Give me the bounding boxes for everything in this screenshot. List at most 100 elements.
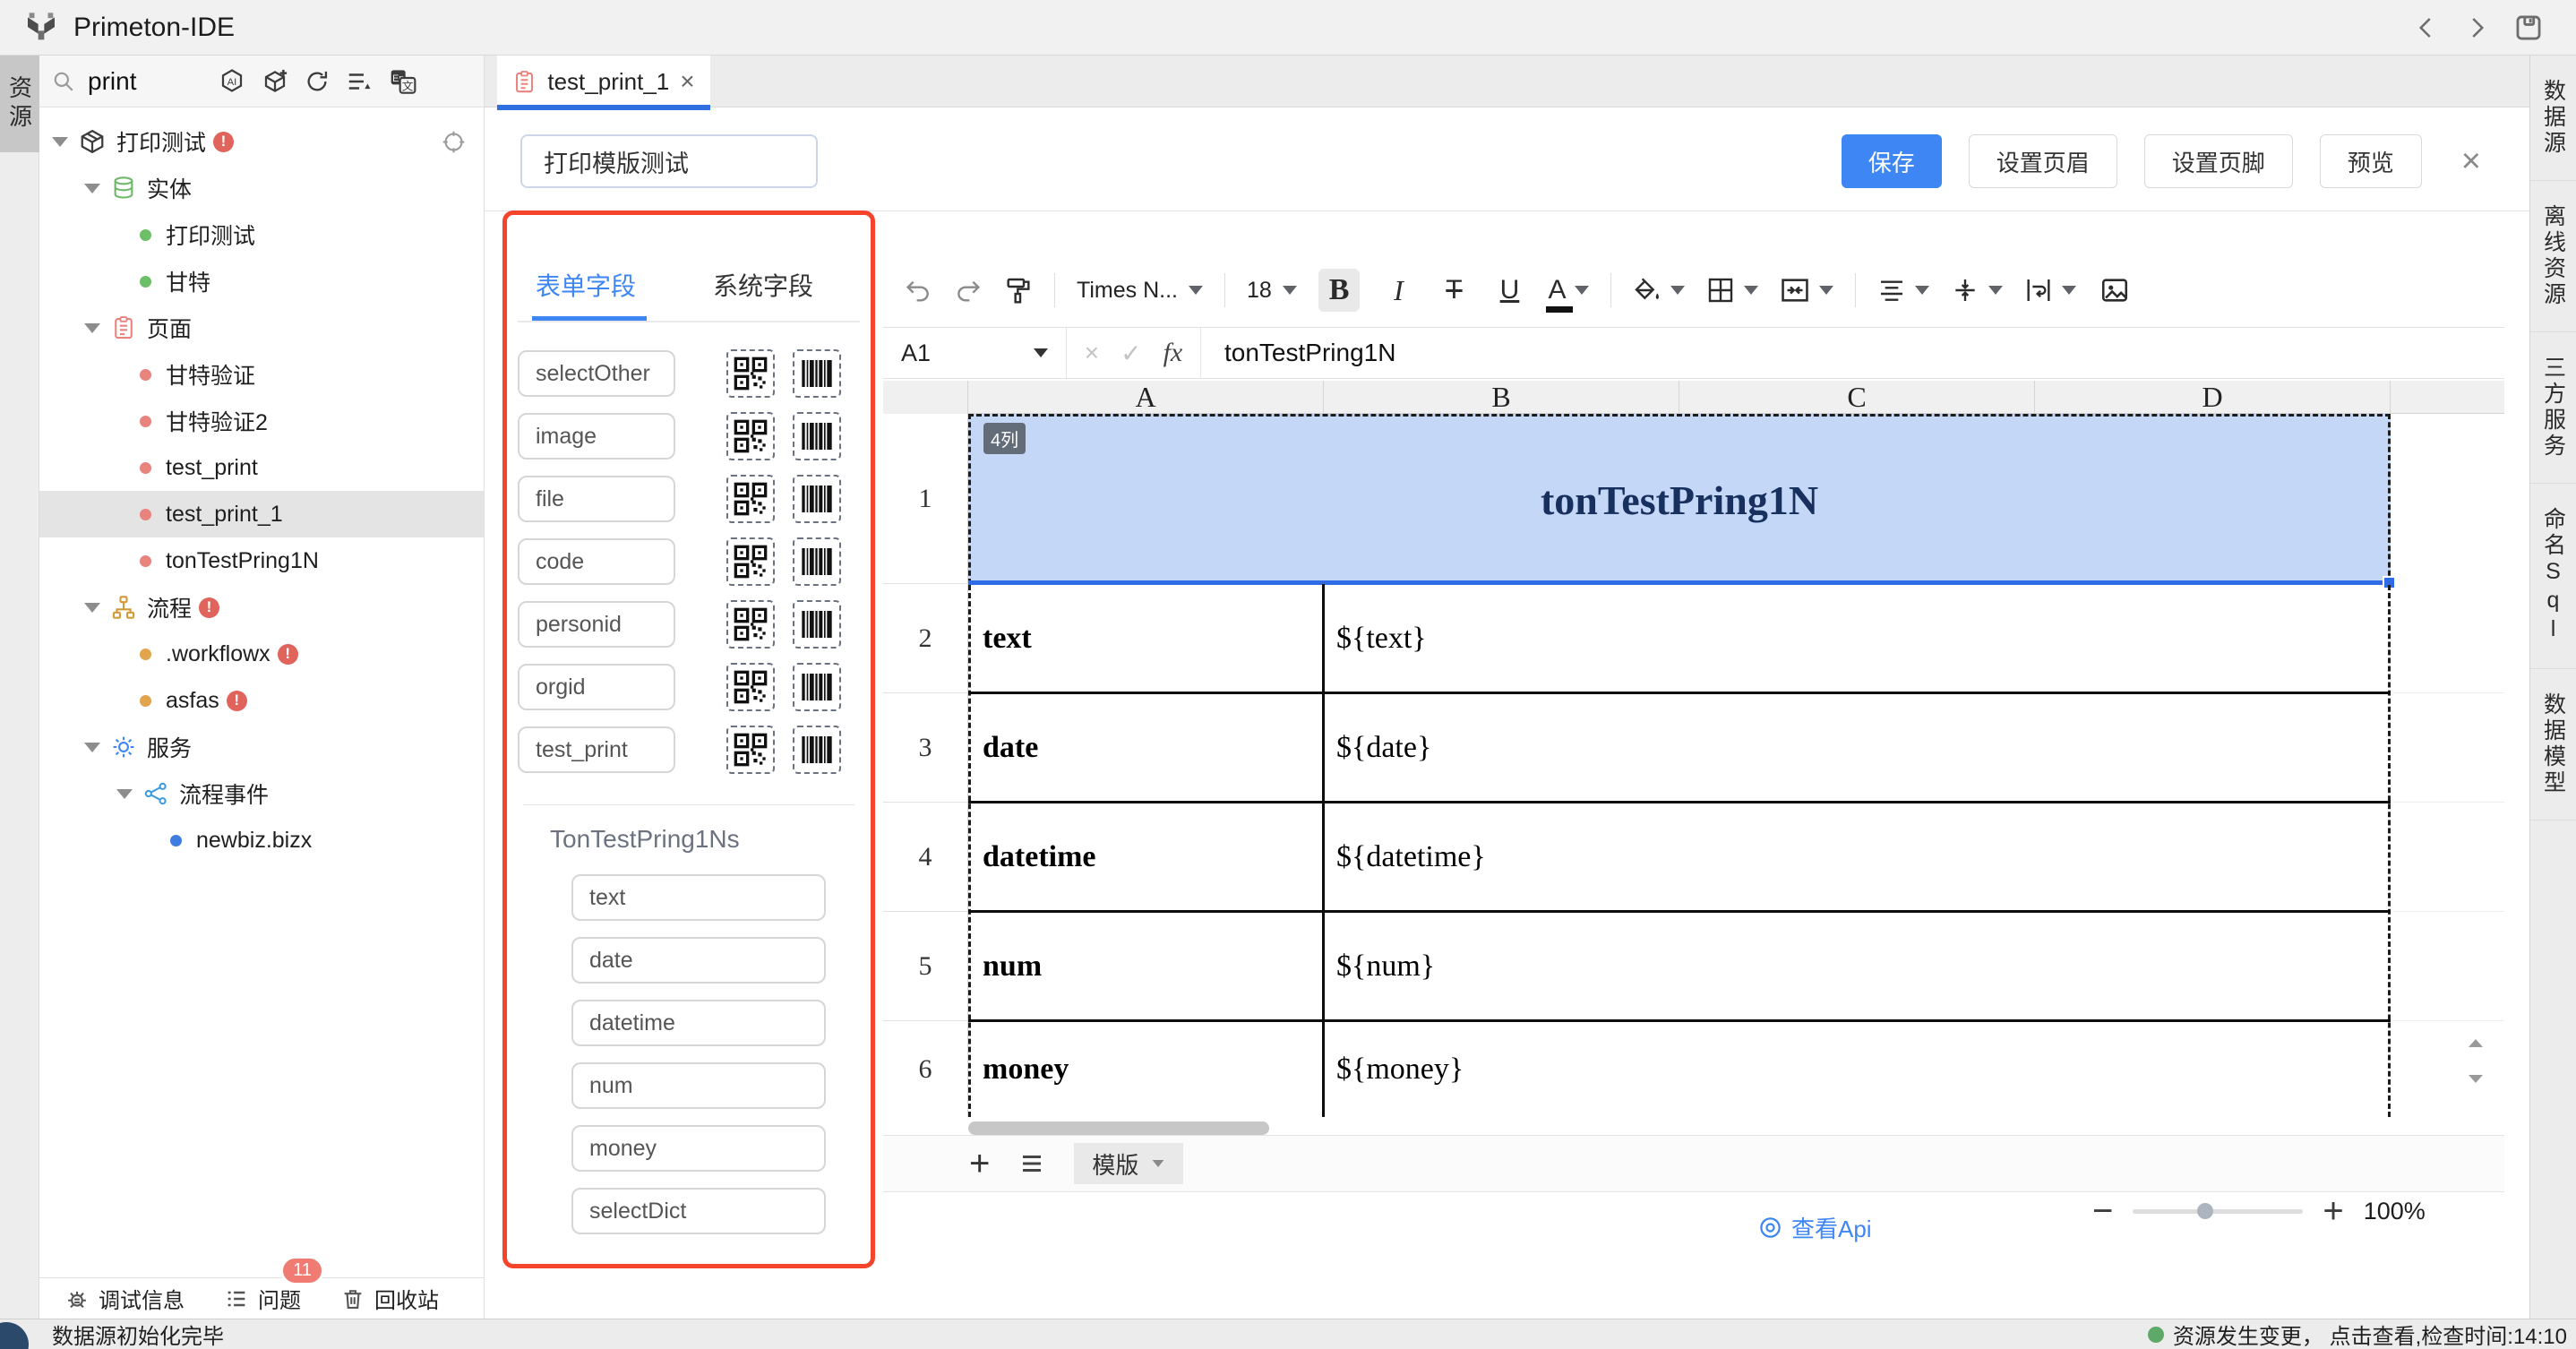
tree-item-bizx[interactable]: newbiz.bizx [39, 817, 484, 864]
zoom-in-icon[interactable]: + [2323, 1193, 2343, 1229]
expander-icon[interactable] [84, 743, 100, 752]
row-header-5[interactable]: 5 [883, 912, 968, 1021]
sheet-row-3[interactable]: date ${date} [968, 693, 2391, 803]
tree-item-entity[interactable]: 打印测试 [39, 211, 484, 258]
barcode-button[interactable] [793, 349, 841, 398]
barcode-button[interactable] [793, 537, 841, 586]
resource-change-notice[interactable]: 资源发生变更， 点击查看,检查时间:14:10 [2148, 1319, 2567, 1349]
tree-item-page[interactable]: tonTestPring1N [39, 537, 484, 584]
tab-close-icon[interactable]: × [680, 67, 694, 96]
font-color-button[interactable]: A [1548, 269, 1589, 312]
tab-form-fields[interactable]: 表单字段 [536, 267, 636, 321]
row-header-2[interactable]: 2 [883, 584, 968, 693]
field-chip[interactable]: image [518, 413, 675, 460]
barcode-button[interactable] [793, 726, 841, 774]
nav-forward-icon[interactable] [2463, 14, 2490, 41]
barcode-button[interactable] [793, 412, 841, 460]
preview-button[interactable]: 预览 [2320, 134, 2422, 188]
zoom-slider[interactable] [2133, 1209, 2303, 1214]
field-chip[interactable]: personid [518, 601, 675, 648]
merge-cells-button[interactable] [1780, 269, 1833, 312]
tree-item-project[interactable]: 打印测试 ! [39, 118, 484, 165]
debug-info-button[interactable]: 调试信息 [64, 1283, 185, 1314]
sort-filter-icon[interactable] [346, 68, 373, 95]
view-api-link[interactable]: 查看Api [1758, 1211, 1872, 1244]
column-header-C[interactable]: C [1679, 381, 2035, 414]
scroll-up-icon[interactable] [2469, 1039, 2483, 1047]
tree-item-services[interactable]: 服务 [39, 724, 484, 770]
cell-A3[interactable]: date [968, 693, 1324, 803]
cell-B5[interactable]: ${num} [1324, 912, 1435, 1021]
qr-code-button[interactable] [726, 412, 775, 460]
fill-color-button[interactable] [1633, 269, 1685, 312]
sheet-tab-template[interactable]: 模版 [1074, 1143, 1183, 1184]
vertical-align-button[interactable] [1951, 269, 2003, 312]
field-chip[interactable]: orgid [518, 664, 675, 710]
tree-item-workflows[interactable]: 流程 ! [39, 584, 484, 631]
sheet-list-icon[interactable] [1018, 1150, 1045, 1177]
field-chip[interactable]: selectDict [571, 1188, 826, 1234]
cell-B2[interactable]: ${text} [1324, 584, 1427, 693]
tree-item-flow-events[interactable]: 流程事件 [39, 770, 484, 817]
expander-icon[interactable] [84, 184, 100, 193]
tree-item-page[interactable]: 甘特验证 [39, 351, 484, 398]
strikethrough-button[interactable]: T [1437, 269, 1471, 312]
cell-B6[interactable]: ${money} [1324, 1021, 1464, 1117]
row-header-4[interactable]: 4 [883, 803, 968, 912]
borders-button[interactable] [1706, 269, 1758, 312]
tab-system-fields[interactable]: 系统字段 [713, 267, 813, 321]
cell-reference-box[interactable]: A1 [883, 328, 1067, 378]
cancel-entry-icon[interactable]: × [1085, 339, 1099, 367]
sheet-row-2[interactable]: text ${text} [968, 584, 2391, 693]
field-chip[interactable]: money [571, 1125, 826, 1172]
barcode-button[interactable] [793, 663, 841, 711]
tree-item-entity[interactable]: 甘特 [39, 258, 484, 305]
editor-close-icon[interactable]: × [2461, 142, 2481, 181]
sheet-row-5[interactable]: num ${num} [968, 912, 2391, 1021]
field-chip[interactable]: file [518, 476, 675, 522]
confirm-entry-icon[interactable]: ✓ [1121, 339, 1141, 368]
qr-code-button[interactable] [726, 726, 775, 774]
strip-tab-data-model[interactable]: 数据模型 [2530, 669, 2576, 821]
cell-A5[interactable]: num [968, 912, 1324, 1021]
row-header-1[interactable]: 1 [883, 414, 968, 584]
spreadsheet-grid[interactable]: A B C D 1 2 3 4 5 6 tonTestPring1N 4列 te… [883, 381, 2504, 1117]
barcode-button[interactable] [793, 475, 841, 523]
expander-icon[interactable] [116, 789, 133, 799]
qr-code-button[interactable] [726, 537, 775, 586]
merged-title-cell[interactable]: tonTestPring1N [968, 414, 2391, 584]
underline-button[interactable]: U [1492, 269, 1526, 312]
template-name-input[interactable] [520, 134, 818, 188]
grid-corner-cell[interactable] [883, 381, 968, 414]
bold-button[interactable]: B [1318, 269, 1361, 312]
field-chip[interactable]: code [518, 538, 675, 585]
field-chip[interactable]: text [571, 874, 826, 921]
redo-icon[interactable] [954, 276, 983, 305]
tree-item-page[interactable]: 甘特验证2 [39, 398, 484, 444]
field-chip[interactable]: num [571, 1062, 826, 1109]
problems-button[interactable]: 问题 11 [224, 1283, 301, 1314]
save-button[interactable]: 保存 [1842, 134, 1942, 188]
tab-test-print-1[interactable]: test_print_1 × [497, 56, 710, 107]
search-input[interactable]: print [88, 67, 136, 96]
insert-image-button[interactable] [2098, 269, 2132, 312]
strip-tab-offline-resources[interactable]: 离线资源 [2530, 181, 2576, 332]
formula-input[interactable]: tonTestPring1N [1201, 339, 1395, 367]
sheet-row-4[interactable]: datetime ${datetime} [968, 803, 2391, 912]
field-chip[interactable]: selectOther [518, 350, 675, 397]
qr-code-button[interactable] [726, 600, 775, 649]
tree-item-page-selected[interactable]: test_print_1 [39, 491, 484, 537]
set-header-button[interactable]: 设置页眉 [1969, 134, 2117, 188]
tree-item-entities[interactable]: 实体 [39, 165, 484, 211]
tree-item-pages[interactable]: 页面 [39, 305, 484, 351]
expander-icon[interactable] [84, 323, 100, 333]
cell-A4[interactable]: datetime [968, 803, 1324, 912]
translate-icon[interactable] [389, 67, 417, 96]
qr-code-button[interactable] [726, 663, 775, 711]
add-sheet-icon[interactable]: + [969, 1146, 990, 1181]
font-family-select[interactable]: Times N... [1077, 278, 1203, 304]
undo-icon[interactable] [904, 276, 932, 305]
save-all-icon[interactable] [2513, 13, 2544, 43]
field-chip[interactable]: test_print [518, 726, 675, 773]
column-header-B[interactable]: B [1324, 381, 1679, 414]
